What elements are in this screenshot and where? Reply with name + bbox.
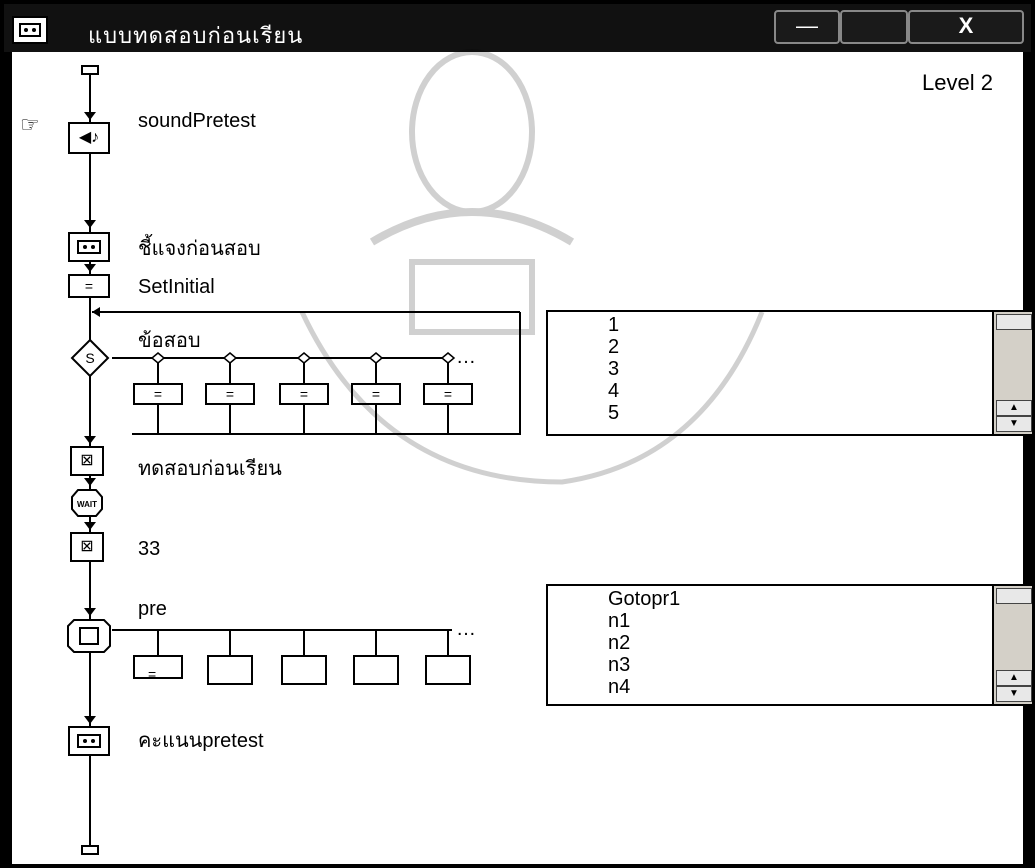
decision-ellipsis: … <box>456 346 476 368</box>
scrollbar[interactable]: ▲ ▼ <box>992 586 1032 704</box>
svg-text:=: = <box>372 386 380 402</box>
window-title: แบบทดสอบก่อนเรียน <box>88 23 304 48</box>
list-item[interactable]: 1 <box>608 314 619 336</box>
svg-text:=: = <box>154 386 162 402</box>
list-item[interactable]: n4 <box>608 676 680 698</box>
icon-label: pre <box>138 598 167 620</box>
calculation-icon[interactable]: = <box>68 274 110 298</box>
svg-text:=: = <box>444 386 452 402</box>
map-icon <box>12 16 48 44</box>
pointer-hand-icon: ☞ <box>20 112 40 137</box>
sound-icon[interactable]: ◀♪ <box>68 122 110 154</box>
minimize-button[interactable]: — <box>774 10 840 44</box>
list-item[interactable]: 5 <box>608 402 619 424</box>
erase-icon[interactable]: ⊠ <box>70 446 104 476</box>
flowline-canvas[interactable]: Level 2 = = = = = ☞ ◀♪ = S ⊠ WAIT ⊠ = so… <box>12 49 1034 864</box>
map-icon[interactable] <box>68 232 110 262</box>
list-item[interactable]: 3 <box>608 358 619 380</box>
scrollbar[interactable]: ▲ ▼ <box>992 312 1032 434</box>
icon-label: SetInitial <box>138 276 215 298</box>
svg-text:S: S <box>85 350 94 366</box>
svg-text:WAIT: WAIT <box>77 500 97 509</box>
list-item[interactable]: Gotopr1 <box>608 588 680 610</box>
icon-label: ข้อสอบ <box>138 330 201 352</box>
scroll-thumb[interactable] <box>996 314 1032 330</box>
scroll-down-arrow-icon[interactable]: ▼ <box>996 686 1032 702</box>
list-item[interactable]: 4 <box>608 380 619 402</box>
icon-label: คะแนนpretest <box>138 730 264 752</box>
wait-icon[interactable]: WAIT <box>70 488 104 518</box>
scroll-down-arrow-icon[interactable]: ▼ <box>996 416 1032 432</box>
framework-icon[interactable] <box>66 618 112 654</box>
close-button[interactable]: X <box>908 10 1024 44</box>
framework-ellipsis: … <box>456 618 476 640</box>
map-icon[interactable] <box>68 726 110 756</box>
decision-icon[interactable]: S <box>70 338 110 378</box>
scroll-up-arrow-icon[interactable]: ▲ <box>996 400 1032 416</box>
list-item[interactable]: n2 <box>608 632 680 654</box>
framework-pages-list[interactable]: Gotopr1 n1 n2 n3 n4 ▲ ▼ <box>546 584 1034 706</box>
decision-paths-list[interactable]: 1 2 3 4 5 ▲ ▼ <box>546 310 1034 436</box>
svg-text:=: = <box>226 386 234 402</box>
icon-label: ชี้แจงก่อนสอบ <box>138 238 261 260</box>
list-item[interactable]: n3 <box>608 654 680 676</box>
authorware-window: แบบทดสอบก่อนเรียน — X Level 2 = = = = = … <box>0 0 1035 868</box>
title-bar[interactable]: แบบทดสอบก่อนเรียน — X <box>4 4 1031 52</box>
icon-label: ทดสอบก่อนเรียน <box>138 458 282 480</box>
erase-icon[interactable]: ⊠ <box>70 532 104 562</box>
scroll-thumb[interactable] <box>996 588 1032 604</box>
icon-label: 33 <box>138 538 161 560</box>
list-item[interactable]: n1 <box>608 610 680 632</box>
scroll-up-arrow-icon[interactable]: ▲ <box>996 670 1032 686</box>
calculation-icon[interactable]: = <box>148 666 156 682</box>
maximize-button[interactable] <box>840 10 908 44</box>
icon-label: soundPretest <box>138 110 256 132</box>
svg-text:=: = <box>300 386 308 402</box>
list-item[interactable]: 2 <box>608 336 619 358</box>
